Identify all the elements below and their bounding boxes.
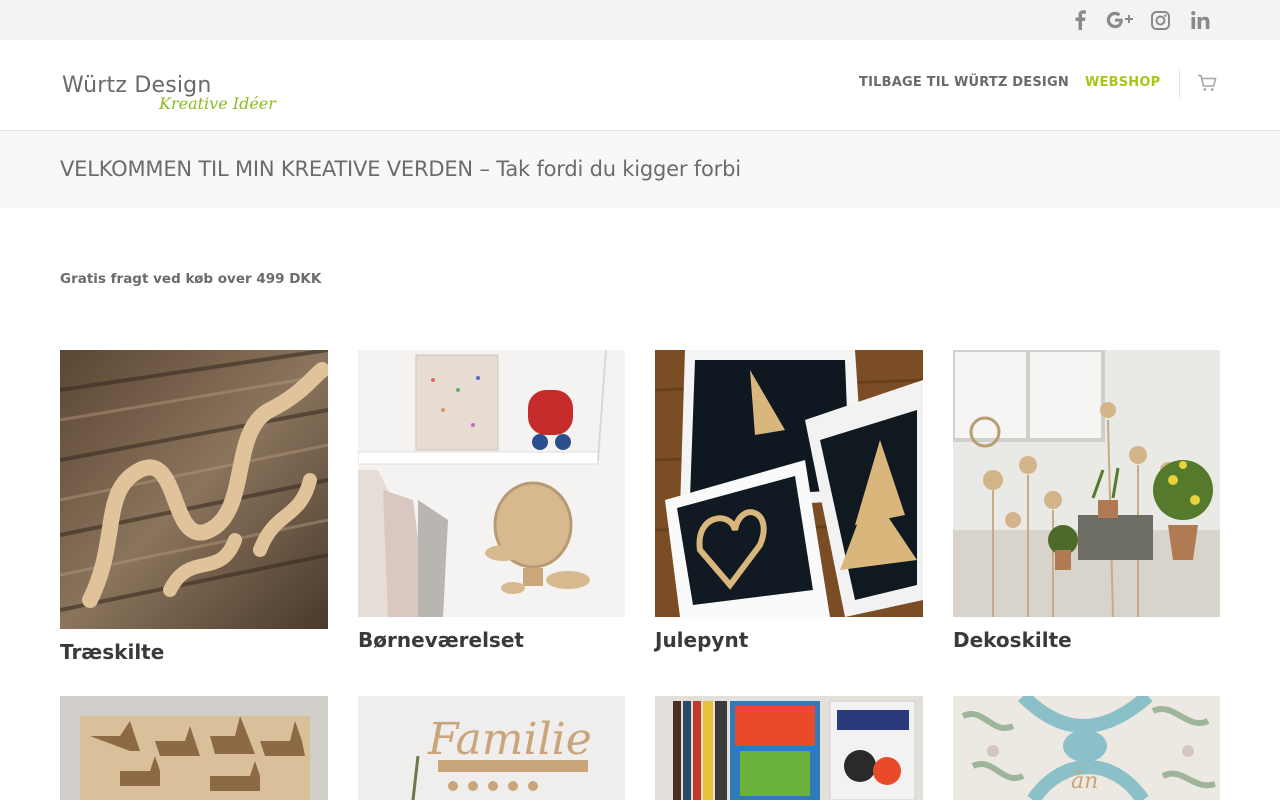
linkedin-icon[interactable] — [1189, 9, 1211, 31]
category-image[interactable] — [60, 696, 328, 800]
top-bar — [0, 0, 1280, 40]
category-boernevaerelset[interactable]: Børneværelset — [358, 350, 625, 660]
category-tile[interactable] — [655, 696, 923, 800]
category-image[interactable] — [655, 696, 923, 800]
category-image-dekoskilte[interactable] — [953, 350, 1220, 617]
category-image-traeskilte[interactable] — [60, 350, 328, 629]
site-header: Würtz Design Kreative Idéer TILBAGE TIL … — [0, 40, 1280, 131]
svg-text:ān: ān — [1071, 769, 1098, 794]
category-image[interactable]: Familie — [358, 696, 625, 800]
category-image[interactable]: ān — [953, 696, 1220, 800]
nav-webshop[interactable]: WEBSHOP — [1085, 75, 1160, 90]
free-shipping-notice: Gratis fragt ved køb over 499 DKK — [60, 271, 322, 287]
shopping-cart-icon[interactable] — [1197, 74, 1219, 94]
category-title[interactable]: Julepynt — [655, 628, 748, 652]
svg-text:Familie: Familie — [427, 714, 592, 765]
google-plus-icon[interactable] — [1105, 9, 1135, 31]
logo-tagline: Kreative Idéer — [159, 94, 276, 113]
instagram-icon[interactable] — [1149, 9, 1171, 31]
category-image-julepynt[interactable] — [655, 350, 923, 617]
category-traeskilte[interactable]: Træskilte — [60, 350, 328, 670]
page-title: VELKOMMEN TIL MIN KREATIVE VERDEN – Tak … — [60, 157, 741, 181]
site-logo[interactable]: Würtz Design Kreative Idéer — [62, 73, 276, 115]
category-tile[interactable]: ān — [953, 696, 1220, 800]
category-title[interactable]: Dekoskilte — [953, 628, 1072, 652]
category-title[interactable]: Børneværelset — [358, 628, 524, 652]
category-tile[interactable] — [60, 696, 328, 800]
nav-divider — [1179, 68, 1180, 98]
category-tile[interactable]: Familie — [358, 696, 625, 800]
category-title[interactable]: Træskilte — [60, 640, 164, 664]
category-julepynt[interactable]: Julepynt — [655, 350, 923, 660]
category-dekoskilte[interactable]: Dekoskilte — [953, 350, 1220, 660]
facebook-icon[interactable] — [1070, 9, 1090, 31]
nav-back-to-wurtz-design[interactable]: TILBAGE TIL WÜRTZ DESIGN — [859, 75, 1069, 90]
category-image-boernevaerelset[interactable] — [358, 350, 625, 617]
page-title-band: VELKOMMEN TIL MIN KREATIVE VERDEN – Tak … — [0, 131, 1280, 208]
